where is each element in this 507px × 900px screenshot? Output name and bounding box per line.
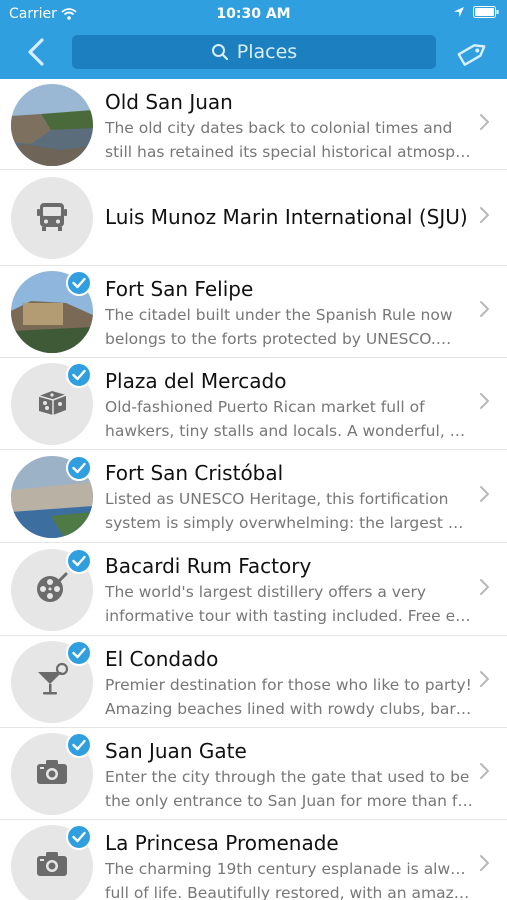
chevron-right-icon xyxy=(479,762,491,780)
place-description-line: Listed as UNESCO Heritage, this fortific… xyxy=(105,490,449,508)
place-title: Fort San Felipe xyxy=(105,277,254,301)
place-description-line: The world's largest distillery offers a … xyxy=(105,583,427,601)
chevron-right-icon xyxy=(479,578,491,596)
list-item[interactable]: Bacardi Rum Factory The world's largest d… xyxy=(0,543,507,636)
place-description-line: system is simply overwhelming: the large… xyxy=(105,514,473,532)
list-item[interactable]: Fort San Cristóbal Listed as UNESCO Herit… xyxy=(0,450,507,543)
chevron-right-icon xyxy=(479,300,491,318)
dice-icon xyxy=(33,383,71,425)
list-item[interactable]: Luis Munoz Marin International (SJU) xyxy=(0,170,507,266)
place-title: La Princesa Promenade xyxy=(105,831,339,855)
checkmark-icon xyxy=(66,640,92,666)
status-right xyxy=(453,6,499,18)
place-description-line: still has retained its special historica… xyxy=(105,143,471,161)
place-description-line: the only entrance to San Juan for more t… xyxy=(105,792,473,810)
nav-header: Carrier 10:30 AM Places xyxy=(0,0,507,79)
battery-icon xyxy=(473,6,499,18)
search-icon xyxy=(211,44,228,61)
place-description-line: Old-fashioned Puerto Rican market full o… xyxy=(105,398,425,416)
tag-button[interactable] xyxy=(456,38,490,68)
list-item[interactable]: Old San Juan The old city dates back to c… xyxy=(0,79,507,170)
chevron-left-icon xyxy=(28,38,44,66)
list-item[interactable]: San Juan Gate Enter the city through the … xyxy=(0,728,507,820)
place-title: Luis Munoz Marin International (SJU) xyxy=(105,205,468,229)
place-description-line: The citadel built under the Spanish Rule… xyxy=(105,306,453,324)
search-input[interactable]: Places xyxy=(72,35,436,69)
back-button[interactable] xyxy=(22,36,52,68)
place-title: Fort San Cristóbal xyxy=(105,461,284,485)
camera-icon xyxy=(32,752,72,796)
places-list: Old San Juan The old city dates back to c… xyxy=(0,79,507,900)
chevron-right-icon xyxy=(479,670,491,688)
checkmark-icon xyxy=(66,362,92,388)
list-item[interactable]: Plaza del Mercado Old-fashioned Puerto Ri… xyxy=(0,358,507,450)
search-placeholder: Places xyxy=(236,41,298,63)
bus-icon xyxy=(33,197,71,239)
chevron-right-icon xyxy=(479,113,491,131)
checkmark-icon xyxy=(66,270,92,296)
list-item[interactable]: El Condado Premier destination for those … xyxy=(0,636,507,728)
checkmark-icon xyxy=(66,824,92,850)
place-description-line: Enter the city through the gate that use… xyxy=(105,768,470,786)
status-bar: Carrier 10:30 AM xyxy=(0,0,507,28)
place-title: San Juan Gate xyxy=(105,739,247,763)
place-title: Old San Juan xyxy=(105,90,233,114)
place-description-line: belongs to the forts protected by UNESCO… xyxy=(105,330,452,348)
place-description-line: Amazing beaches lined with rowdy clubs, … xyxy=(105,700,472,718)
place-description-line: The old city dates back to colonial time… xyxy=(105,119,453,137)
place-title: Bacardi Rum Factory xyxy=(105,554,312,578)
checkmark-icon xyxy=(66,548,92,574)
list-item[interactable]: La Princesa Promenade The charming 19th c… xyxy=(0,820,507,900)
place-description-line: informative tour with tasting included. … xyxy=(105,607,471,625)
chevron-right-icon xyxy=(479,392,491,410)
status-time: 10:30 AM xyxy=(216,6,291,22)
place-title: Plaza del Mercado xyxy=(105,369,287,393)
place-description-line: hawkers, tiny stalls and locals. A wonde… xyxy=(105,422,473,440)
place-category-icon xyxy=(11,177,93,259)
location-arrow-icon xyxy=(454,7,464,17)
place-photo xyxy=(11,84,93,166)
cocktail-icon xyxy=(32,660,72,704)
checkmark-icon xyxy=(66,732,92,758)
place-title: El Condado xyxy=(105,647,219,671)
chevron-right-icon xyxy=(479,485,491,503)
tag-icon xyxy=(457,44,486,66)
film-reel-icon xyxy=(32,568,72,612)
list-item[interactable]: Fort San Felipe The citadel built under t… xyxy=(0,266,507,358)
place-description-line: The charming 19th century esplanade is a… xyxy=(105,860,473,878)
checkmark-icon xyxy=(66,455,92,481)
place-description-line: full of life. Beautifully restored, with… xyxy=(105,884,473,900)
camera-icon xyxy=(32,844,72,888)
chevron-right-icon xyxy=(479,854,491,872)
chevron-right-icon xyxy=(479,206,491,224)
place-description-line: Premier destination for those who like t… xyxy=(105,676,472,694)
